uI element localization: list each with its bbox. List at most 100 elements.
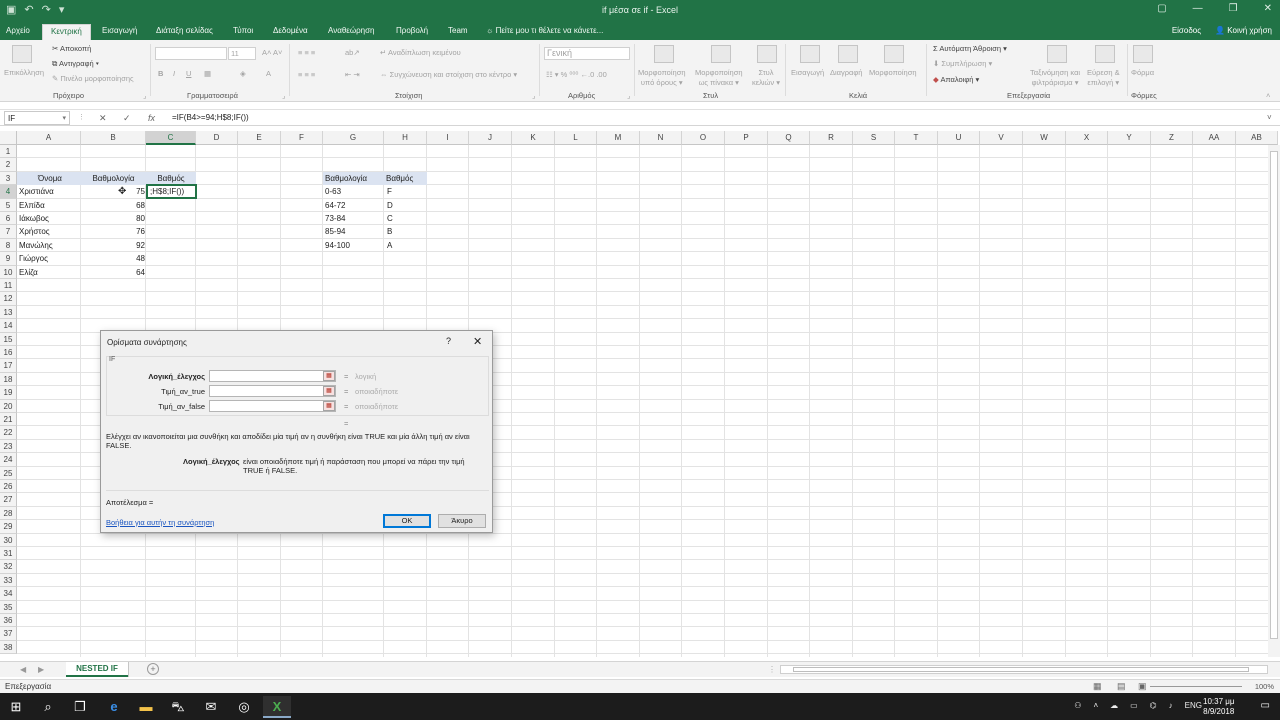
active-cell-c4[interactable]: ;H$8;IF()) [146, 184, 197, 200]
sort-filter-icon[interactable] [1047, 45, 1067, 63]
volume-icon[interactable]: ♪ [1169, 701, 1173, 710]
sign-in-link[interactable]: Είσοδος [1172, 26, 1201, 35]
row-header-11[interactable]: 11 [0, 279, 17, 293]
ok-button[interactable]: OK [383, 514, 431, 528]
font-color-icon[interactable]: A [266, 69, 271, 78]
name-box[interactable]: IF ▾ [4, 111, 70, 125]
bold-icon[interactable]: B [158, 69, 163, 78]
show-hidden-icon[interactable]: ˄ [1093, 701, 1098, 710]
help-link[interactable]: Βοήθεια για αυτήν τη συνάρτηση [106, 518, 214, 527]
tab-home[interactable]: Κεντρική [42, 24, 91, 40]
vertical-scroll-thumb[interactable] [1270, 151, 1278, 639]
range-cell[interactable]: 85-94 [325, 225, 383, 238]
cut-button[interactable]: ✂ Αποκοπή [52, 44, 91, 53]
grade-cell[interactable]: C [387, 212, 427, 225]
column-header-t[interactable]: T [895, 131, 938, 145]
collapse-range-icon[interactable]: ▦ [323, 371, 335, 381]
collapse-ribbon-icon[interactable]: ˄ [1266, 91, 1270, 100]
delete-cells-button[interactable]: Διαγραφή [830, 68, 862, 77]
insert-cells-icon[interactable] [800, 45, 820, 63]
row-header-15[interactable]: 15 [0, 332, 17, 346]
indent-icon[interactable]: ⇤ ⇥ [345, 70, 360, 79]
borders-icon[interactable]: ▦ [204, 69, 211, 78]
table1-header-cell[interactable]: Βαθμός [146, 172, 196, 185]
row-header-35[interactable]: 35 [0, 600, 17, 614]
grade-cell[interactable]: D [387, 199, 427, 212]
row-header-25[interactable]: 25 [0, 466, 17, 480]
column-header-ab[interactable]: AB [1236, 131, 1278, 145]
sheet-tab-nested-if[interactable]: NESTED IF [66, 662, 128, 677]
column-header-u[interactable]: U [938, 131, 980, 145]
normal-view-icon[interactable]: ▦ [1093, 681, 1102, 692]
column-header-s[interactable]: S [853, 131, 895, 145]
cancel-formula-icon[interactable]: ✕ [99, 113, 107, 124]
name-cell[interactable]: Μανώλης [19, 239, 81, 252]
row-header-9[interactable]: 9 [0, 252, 17, 266]
column-header-d[interactable]: D [196, 131, 238, 145]
find-select-button[interactable]: Εύρεση & επιλογή ▾ [1087, 68, 1120, 88]
task-view-icon[interactable]: ❐ [66, 696, 94, 718]
column-header-p[interactable]: P [725, 131, 768, 145]
row-header-6[interactable]: 6 [0, 212, 17, 226]
row-header-17[interactable]: 17 [0, 359, 17, 373]
table2-header-cell[interactable]: Βαθμολογία [325, 172, 383, 185]
fill-button[interactable]: ⬇ Συμπλήρωση ▾ [933, 59, 992, 68]
share-button[interactable]: 👤 Κοινή χρήση [1215, 26, 1272, 35]
row-header-38[interactable]: 38 [0, 640, 17, 655]
media-icon[interactable]: ◎ [230, 696, 258, 718]
accounting-icon[interactable]: ☷ ▾ % ⁰⁰⁰ ←.0 .00 [546, 70, 607, 79]
column-header-a[interactable]: A [17, 131, 81, 145]
score-cell[interactable]: 64 [81, 266, 145, 279]
score-cell[interactable]: 76 [81, 225, 145, 238]
row-header-28[interactable]: 28 [0, 506, 17, 521]
conditional-format-icon[interactable] [654, 45, 674, 63]
clear-button[interactable]: ◆ Απαλοιφή ▾ [933, 75, 979, 84]
format-cells-button[interactable]: Μορφοποίηση [869, 68, 917, 77]
cell-styles-button[interactable]: Στυλ κελιών ▾ [752, 68, 780, 88]
find-select-icon[interactable] [1095, 45, 1115, 63]
grade-cell[interactable]: B [387, 225, 427, 238]
close-window-icon[interactable]: ✕ [1264, 3, 1272, 14]
grow-font-icon[interactable]: A˄ A˅ [262, 48, 282, 57]
column-header-n[interactable]: N [640, 131, 682, 145]
value-if-false-input[interactable] [209, 400, 336, 412]
row-header-23[interactable]: 23 [0, 439, 17, 454]
range-cell[interactable]: 94-100 [325, 239, 383, 252]
vertical-scrollbar[interactable] [1268, 145, 1280, 657]
ribbon-display-icon[interactable]: ▢ [1157, 3, 1166, 14]
format-cells-icon[interactable] [884, 45, 904, 63]
formula-bar-grip-icon[interactable]: ⋮ [78, 113, 85, 121]
next-sheet-icon[interactable]: ▶ [38, 665, 44, 674]
conditional-format-button[interactable]: Μορφοποίηση υπό όρους ▾ [638, 68, 686, 88]
network-icon[interactable]: ⌬ [1150, 701, 1157, 710]
expand-formula-icon[interactable]: ˅ [1267, 113, 1272, 122]
tab-data[interactable]: Δεδομένα [273, 26, 308, 35]
row-header-31[interactable]: 31 [0, 547, 17, 561]
score-cell[interactable]: 92 [81, 239, 145, 252]
delete-cells-icon[interactable] [838, 45, 858, 63]
horizontal-scrollbar[interactable] [780, 665, 1268, 674]
formula-input[interactable]: =IF(B4>=94;H$8;IF()) [172, 113, 249, 122]
people-icon[interactable]: ⚇ [1074, 701, 1081, 710]
column-header-r[interactable]: R [810, 131, 853, 145]
zoom-level[interactable]: 100% [1255, 682, 1274, 691]
row-header-1[interactable]: 1 [0, 145, 17, 159]
column-header-c[interactable]: C [146, 131, 196, 145]
enter-formula-icon[interactable]: ✓ [123, 113, 131, 124]
row-header-12[interactable]: 12 [0, 292, 17, 306]
tab-review[interactable]: Αναθεώρηση [328, 26, 374, 35]
column-header-q[interactable]: Q [768, 131, 810, 145]
column-header-l[interactable]: L [555, 131, 597, 145]
row-header-24[interactable]: 24 [0, 453, 17, 467]
form-button[interactable]: Φόρμα [1131, 68, 1154, 77]
clipboard-launcher-icon[interactable]: ⌟ [143, 91, 147, 100]
row-header-7[interactable]: 7 [0, 225, 17, 239]
grade-cell[interactable]: F [387, 185, 427, 198]
align-top-icon[interactable]: ≡ ≡ ≡ [298, 48, 315, 57]
form-icon[interactable] [1133, 45, 1153, 63]
font-launcher-icon[interactable]: ⌟ [282, 91, 286, 100]
row-header-34[interactable]: 34 [0, 587, 17, 601]
insert-cells-button[interactable]: Εισαγωγή [791, 68, 824, 77]
format-table-icon[interactable] [711, 45, 731, 63]
cancel-button[interactable]: Άκυρο [438, 514, 486, 528]
